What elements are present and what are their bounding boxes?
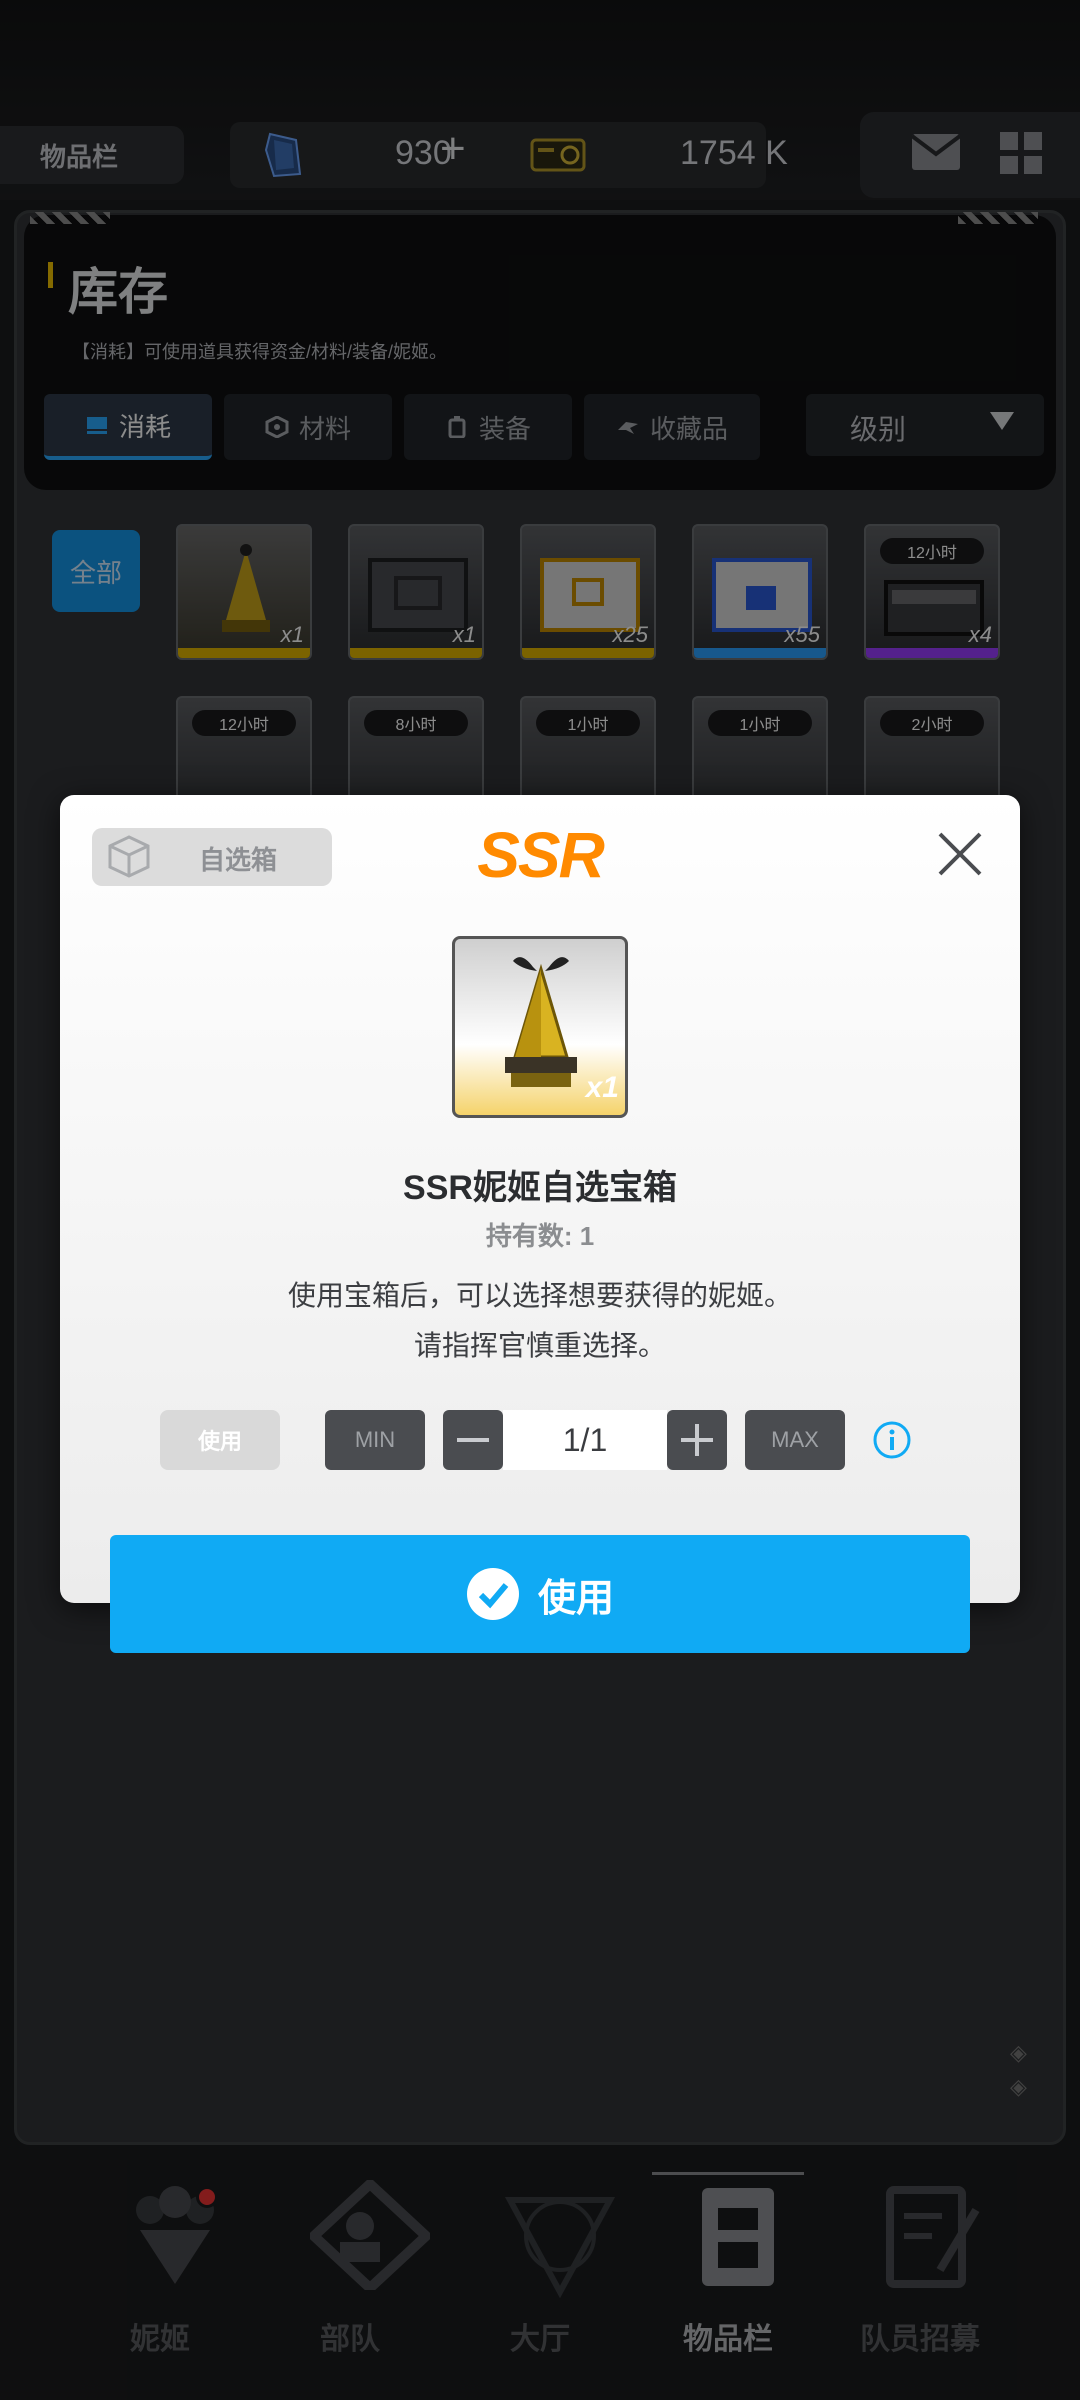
item-description: 请指挥官慎重选择。 bbox=[413, 1330, 666, 1361]
ssr-box-icon bbox=[505, 957, 577, 1087]
check-icon bbox=[466, 1568, 519, 1620]
item-thumbnail: x1 bbox=[452, 936, 628, 1118]
info-icon[interactable] bbox=[872, 1420, 912, 1460]
increment-button[interactable] bbox=[667, 1410, 727, 1470]
use-button[interactable]: 使用 bbox=[110, 1535, 970, 1653]
item-count: x1 bbox=[585, 1071, 619, 1104]
min-button[interactable]: MIN bbox=[325, 1410, 425, 1470]
owned-count: 持有数: 1 bbox=[485, 1221, 595, 1251]
close-icon[interactable] bbox=[932, 826, 988, 882]
use-button-label: 使用 bbox=[537, 1577, 614, 1620]
max-button[interactable]: MAX bbox=[745, 1410, 845, 1470]
quantity-stepper[interactable]: 1/1 bbox=[503, 1410, 667, 1470]
decrement-button[interactable] bbox=[443, 1410, 503, 1470]
rarity-label: SSR bbox=[477, 819, 605, 891]
item-type-label: 自选箱 bbox=[198, 845, 277, 875]
use-tag: 使用 bbox=[160, 1410, 280, 1470]
box-icon bbox=[108, 835, 150, 878]
item-name: SSR妮姬自选宝箱 bbox=[403, 1169, 677, 1207]
item-description: 使用宝箱后，可以选择想要获得的妮姬。 bbox=[287, 1280, 792, 1311]
